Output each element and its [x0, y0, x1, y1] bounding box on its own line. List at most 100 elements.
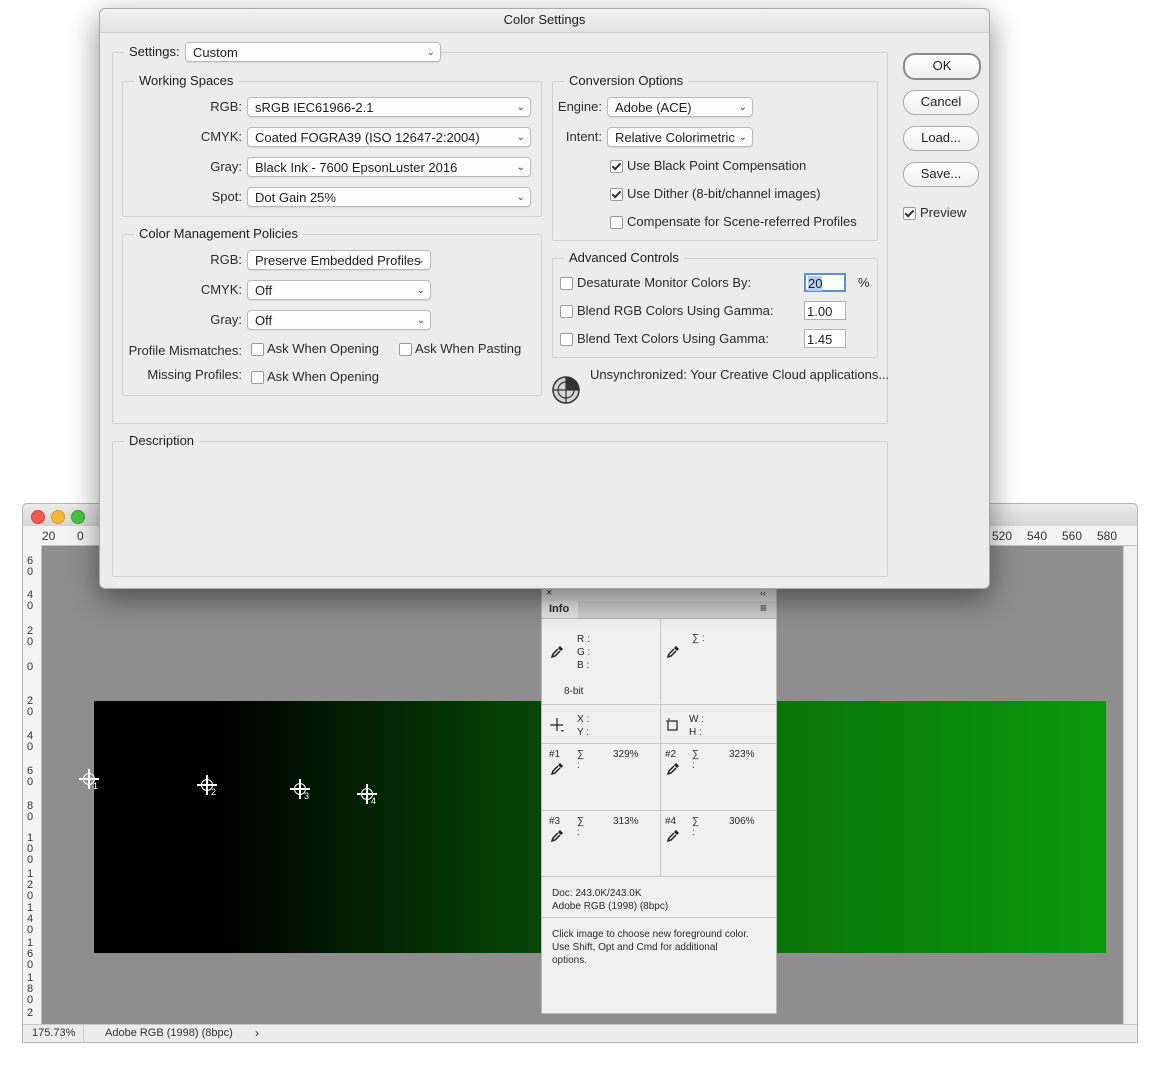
blend-rgb-input[interactable]: 1.00 [804, 301, 846, 320]
scene-referred-checkbox[interactable] [610, 216, 623, 229]
ws-rgb-label: RGB: [210, 99, 242, 114]
scene-referred-label: Compensate for Scene-referred Profiles [627, 214, 857, 229]
zoom-window-icon[interactable] [71, 510, 85, 524]
ruler-tick-label: 2 [26, 1007, 34, 1019]
working-spaces-legend: Working Spaces [134, 73, 239, 89]
ws-spot-label: Spot: [211, 189, 242, 204]
policy-rgb-label: RGB: [210, 252, 242, 267]
sync-status-text: Unsynchronized: Your Creative Cloud appl… [590, 367, 890, 382]
sigma-readout: ∑ : [692, 633, 705, 644]
blend-text-input[interactable]: 1.45 [804, 329, 846, 348]
rgb-readout: R : G : B : [577, 634, 591, 671]
ruler-tick-label: 0 [26, 661, 34, 673]
bit-depth[interactable]: 8-bit [564, 686, 583, 697]
color-sampler-2[interactable]: 2 [197, 775, 217, 797]
conversion-options-legend: Conversion Options [564, 73, 689, 89]
policy-gray-select[interactable]: Off ⌄ [247, 310, 431, 330]
ruler-tick-label: 1 8 0 [26, 972, 34, 1006]
vertical-scrollbar[interactable] [1123, 546, 1137, 1024]
wh-readout: W : H : [689, 714, 704, 738]
ruler-tick-label: 540 [1027, 529, 1048, 543]
cancel-button[interactable]: Cancel [903, 90, 979, 115]
settings-label: Settings: [124, 44, 185, 60]
use-dither-checkbox[interactable] [610, 188, 623, 201]
preview-checkbox[interactable] [903, 207, 916, 220]
dialog-title: Color Settings [100, 9, 989, 33]
ws-rgb-select[interactable]: sRGB IEC61966-2.1 ⌄ [247, 97, 531, 117]
ruler-tick-label: 2 0 [26, 625, 34, 648]
minimize-window-icon[interactable] [51, 510, 65, 524]
document-info: Doc: 243.0K/243.0K Adobe RGB (1998) (8bp… [552, 887, 668, 913]
ask-when-pasting-checkbox[interactable] [399, 343, 412, 356]
sync-status-icon [552, 376, 580, 404]
save-button[interactable]: Save... [903, 162, 979, 187]
blend-text-checkbox[interactable] [560, 333, 573, 346]
chevron-down-icon: ⌄ [416, 255, 425, 266]
panel-header[interactable]: × ‹‹ [542, 587, 776, 601]
ask-when-opening-label: Ask When Opening [267, 341, 380, 356]
chevron-down-icon: ⌄ [416, 285, 425, 296]
use-dither-label: Use Dither (8-bit/channel images) [627, 186, 821, 201]
desaturate-checkbox[interactable] [560, 277, 573, 290]
color-settings-dialog: Color Settings Settings: Custom ⌄ Working… [99, 8, 990, 589]
chevron-down-icon: ⌄ [416, 315, 425, 326]
blend-rgb-label: Blend RGB Colors Using Gamma: [577, 303, 774, 318]
crosshair-icon [550, 718, 564, 732]
close-window-icon[interactable] [31, 510, 45, 524]
status-bar: 175.73% Adobe RGB (1998) (8bpc) › [23, 1024, 1137, 1042]
load-button[interactable]: Load... [903, 126, 979, 151]
sample-2-readout: #2 ∑ : 323% [665, 749, 755, 771]
chevron-down-icon: ⌄ [516, 132, 525, 143]
color-sampler-4[interactable]: 4 [357, 784, 377, 806]
ws-spot-select[interactable]: Dot Gain 25% ⌄ [247, 187, 531, 207]
panel-menu-icon[interactable]: ≡ [760, 601, 767, 615]
ask-when-opening-checkbox[interactable] [251, 343, 264, 356]
status-divider [83, 1025, 84, 1042]
desaturate-input[interactable]: 20 [804, 273, 846, 292]
zoom-level[interactable]: 175.73% [32, 1027, 75, 1039]
chevron-down-icon: ⌄ [516, 192, 525, 203]
ask-when-pasting-label: Ask When Pasting [415, 341, 522, 356]
ok-button[interactable]: OK [903, 53, 981, 80]
ruler-tick-label: 6 0 [26, 765, 34, 788]
collapse-panel-icon[interactable]: ‹‹ [760, 588, 766, 598]
color-sampler-1[interactable]: 1 [79, 769, 99, 791]
intent-label: Intent: [565, 129, 602, 144]
ruler-tick-label: 560 [1062, 529, 1083, 543]
eyedropper-icon [666, 763, 679, 776]
color-sampler-3[interactable]: 3 [290, 779, 310, 801]
selection-size-icon [666, 718, 678, 731]
ruler-tick-label: 580 [1097, 529, 1118, 543]
engine-select[interactable]: Adobe (ACE) ⌄ [607, 97, 753, 117]
info-panel: × ‹‹ Info ≡ R : G : B : 8-bit ∑ : X : Y … [541, 587, 777, 1014]
ws-gray-select[interactable]: Black Ink - 7600 EpsonLuster 2016 ⌄ [247, 157, 531, 177]
eyedropper-icon [550, 646, 563, 659]
chevron-down-icon: ⌄ [426, 47, 435, 58]
ruler-tick-label: 0 [77, 529, 84, 543]
chevron-down-icon: ⌄ [738, 102, 747, 113]
eyedropper-icon [666, 830, 679, 843]
policy-cmyk-select[interactable]: Off ⌄ [247, 280, 431, 300]
blend-rgb-checkbox[interactable] [560, 305, 573, 318]
document-profile: Adobe RGB (1998) (8bpc) [105, 1027, 233, 1039]
blend-text-label: Blend Text Colors Using Gamma: [577, 331, 769, 346]
black-point-compensation-label: Use Black Point Compensation [627, 158, 807, 173]
desaturate-label: Desaturate Monitor Colors By: [577, 275, 752, 290]
chevron-down-icon: ⌄ [516, 162, 525, 173]
intent-select[interactable]: Relative Colorimetric ⌄ [607, 127, 753, 147]
policy-rgb-select[interactable]: Preserve Embedded Profiles ⌄ [247, 250, 431, 270]
eyedropper-icon [550, 763, 563, 776]
percent-label: % [858, 275, 870, 290]
ruler-tick-label: 1 2 0 [26, 868, 34, 902]
description-box [112, 441, 888, 577]
chevron-down-icon: ⌄ [738, 132, 747, 143]
policy-gray-label: Gray: [210, 312, 242, 327]
ruler-tick-label: 1 0 0 [26, 832, 34, 866]
black-point-compensation-checkbox[interactable] [610, 160, 623, 173]
status-menu-arrow-icon[interactable]: › [255, 1026, 259, 1040]
settings-select[interactable]: Custom ⌄ [185, 42, 441, 62]
missing-ask-when-opening-checkbox[interactable] [251, 371, 264, 384]
tab-info[interactable]: Info [542, 601, 578, 618]
doc-profile: Adobe RGB (1998) (8bpc) [552, 901, 669, 912]
ws-cmyk-select[interactable]: Coated FOGRA39 (ISO 12647-2:2004) ⌄ [247, 127, 531, 147]
